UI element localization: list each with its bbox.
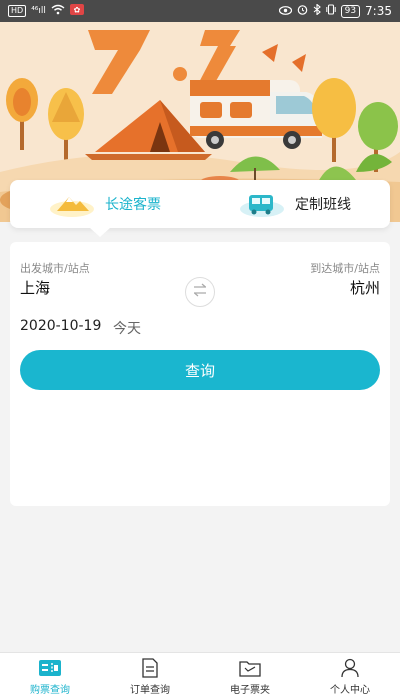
nav-label: 订单查询 [130,684,170,696]
wifi-icon [51,4,65,18]
folder-icon [238,658,262,678]
signal-icon: ⁴⁶ıll [31,6,46,16]
eye-icon [278,5,292,18]
search-form: 出发城市/站点 到达城市/站点 上海 杭州 2020-10-19 今天 查询 [10,242,390,506]
ticket-type-tabs: 长途客票 定制班线 [10,180,390,228]
nav-label: 电子票夹 [230,684,270,696]
svg-text:✿: ✿ [74,6,81,15]
bus-icon [239,189,285,219]
tab-long-distance[interactable]: 长途客票 [10,180,200,228]
clock: 7:35 [365,4,392,18]
nav-item-e-ticket-folder[interactable]: 电子票夹 [200,653,300,700]
query-button[interactable]: 查询 [20,350,380,390]
nav-label: 个人中心 [330,684,370,696]
from-label: 出发城市/站点 [20,262,90,275]
swap-cities-button[interactable] [185,277,215,307]
tab-label: 定制班线 [295,197,351,213]
nav-item-profile[interactable]: 个人中心 [300,653,400,700]
status-bar: HD ⁴⁶ıll ✿ 93 7:35 [0,0,400,22]
alarm-icon [297,4,308,18]
from-city-field[interactable]: 上海 [20,277,50,298]
document-icon [138,657,162,678]
active-tab-pointer [90,228,110,237]
person-icon [338,658,362,678]
date-hint: 今天 [113,321,141,337]
to-city-field[interactable]: 杭州 [350,277,380,298]
departure-date-field[interactable]: 2020-10-19 [20,318,101,334]
swap-icon [192,283,208,301]
bottom-nav: 购票查询 订单查询 电子票夹 个人中心 [0,652,400,700]
mountain-icon [49,189,95,219]
battery-indicator: 93 [340,4,361,18]
hd-indicator: HD [8,5,27,17]
tab-custom-route[interactable]: 定制班线 [200,180,390,228]
tab-label: 长途客票 [105,197,161,213]
notification-icon: ✿ [69,4,84,18]
vibrate-icon [325,4,336,18]
bluetooth-icon [313,3,321,18]
nav-label: 购票查询 [30,684,70,696]
nav-item-order-search[interactable]: 订单查询 [100,653,200,700]
nav-item-ticket-search[interactable]: 购票查询 [0,653,100,700]
ticket-icon [38,658,62,678]
to-label: 到达城市/站点 [310,262,380,275]
